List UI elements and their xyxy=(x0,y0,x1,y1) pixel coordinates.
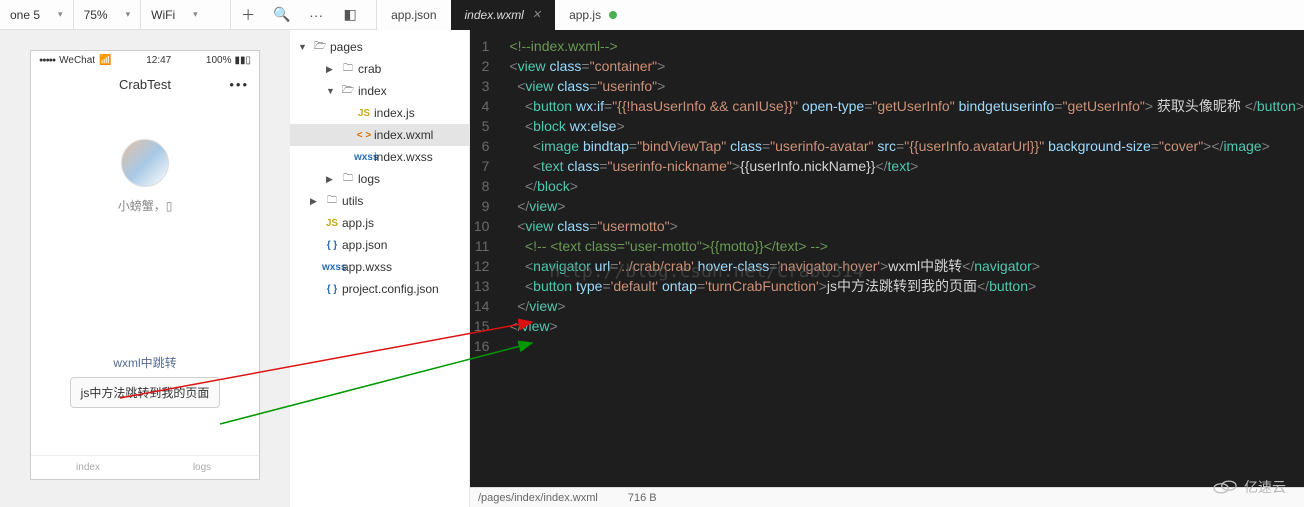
tree-label: pages xyxy=(330,40,363,54)
nickname-label: 小螃蟹，▯ xyxy=(118,197,173,214)
chevron-down-icon: ▾ xyxy=(126,9,131,20)
wxml-nav-link[interactable]: wxml中跳转 xyxy=(113,354,176,371)
tab-label: index.wxml xyxy=(465,8,524,22)
folder-icon: 🗀 xyxy=(322,193,342,210)
tab-app-json[interactable]: app.json xyxy=(377,0,450,30)
page-title: CrabTest xyxy=(119,77,171,92)
tree-item-app-wxss[interactable]: wxssapp.wxss xyxy=(290,256,469,278)
code-editor[interactable]: 12345678910111213141516 <!--index.wxml--… xyxy=(470,30,1304,487)
chevron-down-icon: ▾ xyxy=(193,9,198,20)
folder-icon: 🗀 xyxy=(338,61,358,78)
new-file-button[interactable]: ＋ xyxy=(231,0,265,29)
tree-label: index.wxml xyxy=(374,128,433,142)
zoom-select[interactable]: 75% ▾ xyxy=(74,0,142,29)
tree-item-utils[interactable]: ▶🗀utils xyxy=(290,190,469,212)
more-icon: ··· xyxy=(309,7,323,23)
js-icon: JS xyxy=(354,108,374,119)
editor-tabs: app.json index.wxml ✕ app.js xyxy=(377,0,1304,30)
folder-icon: 🗀 xyxy=(338,171,358,188)
brand-label: 亿速云 xyxy=(1244,477,1286,497)
search-button[interactable]: 🔍 xyxy=(265,0,299,29)
proj-icon: { } xyxy=(322,284,342,295)
tab-label: app.js xyxy=(569,8,601,22)
phone-tabbar: index logs xyxy=(31,455,259,479)
tree-item-index-wxss[interactable]: wxssindex.wxss xyxy=(290,146,469,168)
battery-icon: ▮▮▯ xyxy=(235,55,252,66)
tab-app-js[interactable]: app.js xyxy=(555,0,631,30)
carrier-label: WeChat xyxy=(59,55,95,66)
tab-label: app.json xyxy=(391,8,436,22)
file-size-label: 716 B xyxy=(628,492,657,504)
tree-item-index[interactable]: ▼🗁index xyxy=(290,80,469,102)
tree-label: index.wxss xyxy=(374,150,433,164)
split-button[interactable]: ◧ xyxy=(333,0,367,29)
device-select-value: one 5 xyxy=(10,8,40,22)
js-nav-button[interactable]: js中方法跳转到我的页面 xyxy=(70,377,221,408)
tree-item-logs[interactable]: ▶🗀logs xyxy=(290,168,469,190)
phone-statusbar: ●●●●● WeChat 📶 12:47 100% ▮▮▯ xyxy=(31,51,259,69)
close-icon[interactable]: ✕ xyxy=(532,8,541,21)
tree-label: app.js xyxy=(342,216,374,230)
tree-label: crab xyxy=(358,62,381,76)
top-toolbar: one 5 ▾ 75% ▾ WiFi ▾ ＋ 🔍 ··· ◧ app.json … xyxy=(0,0,1304,30)
tree-label: logs xyxy=(358,172,380,186)
device-select[interactable]: one 5 ▾ xyxy=(0,0,74,29)
battery-label: 100% xyxy=(206,55,232,66)
tree-item-index-wxml[interactable]: < >index.wxml xyxy=(290,124,469,146)
chevron-down-icon: ▾ xyxy=(58,9,63,20)
file-path-label: /pages/index/index.wxml xyxy=(478,492,598,504)
tree-label: index.js xyxy=(374,106,415,120)
network-select-value: WiFi xyxy=(151,8,175,22)
dirty-dot-icon xyxy=(609,11,617,19)
more-button[interactable]: ··· xyxy=(299,0,333,29)
editor-pane: 12345678910111213141516 <!--index.wxml--… xyxy=(470,30,1304,507)
tab-logs[interactable]: logs xyxy=(145,456,259,479)
tree-item-app-json[interactable]: { }app.json xyxy=(290,234,469,256)
tree-item-app-js[interactable]: JSapp.js xyxy=(290,212,469,234)
folder-open-icon: 🗁 xyxy=(338,83,358,100)
plus-icon: ＋ xyxy=(241,5,255,25)
tree-item-index-js[interactable]: JSindex.js xyxy=(290,102,469,124)
tree-item-project-config-json[interactable]: { }project.config.json xyxy=(290,278,469,300)
code-content[interactable]: <!--index.wxml--><view class="container"… xyxy=(501,30,1304,487)
js-icon: JS xyxy=(322,218,342,229)
tab-index[interactable]: index xyxy=(31,456,145,479)
tree-label: app.wxss xyxy=(342,260,392,274)
file-tree: ▼🗁 pages ▶🗀crab▼🗁indexJSindex.js< >index… xyxy=(290,30,470,507)
wxss-icon: wxss xyxy=(354,152,374,163)
avatar[interactable] xyxy=(121,139,169,187)
tree-folder-pages[interactable]: ▼🗁 pages xyxy=(290,36,469,58)
main-area: ●●●●● WeChat 📶 12:47 100% ▮▮▯ CrabTest •… xyxy=(0,30,1304,507)
split-icon: ◧ xyxy=(344,6,357,23)
signal-icon: ●●●●● xyxy=(39,57,55,64)
folder-open-icon: 🗁 xyxy=(310,39,330,56)
tab-index-wxml[interactable]: index.wxml ✕ xyxy=(451,0,556,30)
tree-label: utils xyxy=(342,194,363,208)
wxss-icon: wxss xyxy=(322,262,342,273)
tree-label: index xyxy=(358,84,387,98)
wifi-icon: 📶 xyxy=(99,55,111,66)
line-gutter: 12345678910111213141516 xyxy=(470,30,501,487)
tree-label: app.json xyxy=(342,238,387,252)
phone-body: 小螃蟹，▯ wxml中跳转 js中方法跳转到我的页面 xyxy=(31,99,259,455)
wxml-icon: < > xyxy=(354,130,374,141)
tree-label: project.config.json xyxy=(342,282,439,296)
search-icon: 🔍 xyxy=(273,6,290,23)
menu-dots-icon[interactable]: ••• xyxy=(229,77,249,92)
time-label: 12:47 xyxy=(146,55,171,66)
editor-statusbar: /pages/index/index.wxml 716 B xyxy=(470,487,1304,507)
tree-item-crab[interactable]: ▶🗀crab xyxy=(290,58,469,80)
network-select[interactable]: WiFi ▾ xyxy=(141,0,231,29)
brand-logo: 亿速云 xyxy=(1212,477,1286,497)
json-icon: { } xyxy=(322,240,342,251)
zoom-select-value: 75% xyxy=(84,8,108,22)
phone-navbar: CrabTest ••• xyxy=(31,69,259,99)
simulator-pane: ●●●●● WeChat 📶 12:47 100% ▮▮▯ CrabTest •… xyxy=(0,30,290,507)
phone-frame: ●●●●● WeChat 📶 12:47 100% ▮▮▯ CrabTest •… xyxy=(30,50,260,480)
